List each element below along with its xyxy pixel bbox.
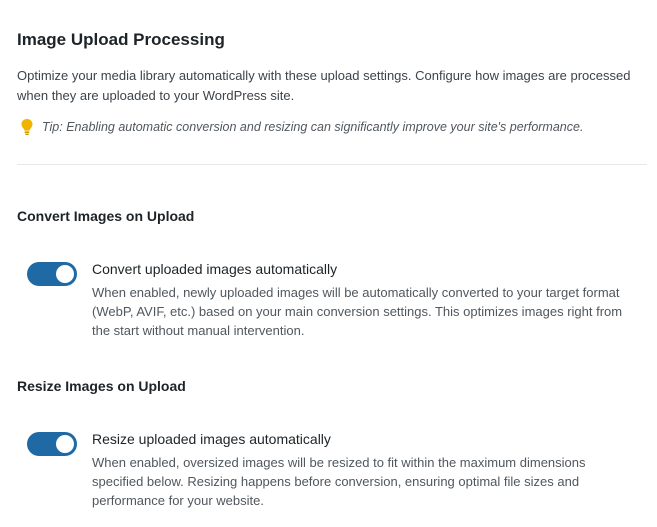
resize-toggle[interactable] xyxy=(27,432,77,456)
tip-text: Tip: Enabling automatic conversion and r… xyxy=(42,120,584,134)
convert-section-heading: Convert Images on Upload xyxy=(17,208,195,224)
toggle-knob xyxy=(56,265,74,283)
resize-option-label: Resize uploaded images automatically xyxy=(92,431,331,447)
intro-text: Optimize your media library automaticall… xyxy=(17,68,631,103)
page-title: Image Upload Processing xyxy=(17,30,225,49)
toggle-knob xyxy=(56,435,74,453)
divider xyxy=(17,164,647,165)
upload-settings-page: Image Upload Processing Optimize your me… xyxy=(0,0,657,527)
convert-option-description: When enabled, newly uploaded images will… xyxy=(92,285,623,338)
convert-toggle[interactable] xyxy=(27,262,77,286)
lightbulb-icon xyxy=(17,117,37,137)
tip-row: Tip: Enabling automatic conversion and r… xyxy=(17,117,583,137)
convert-option-label: Convert uploaded images automatically xyxy=(92,261,338,277)
resize-option-description: When enabled, oversized images will be r… xyxy=(92,455,586,508)
resize-section-heading: Resize Images on Upload xyxy=(17,378,186,394)
